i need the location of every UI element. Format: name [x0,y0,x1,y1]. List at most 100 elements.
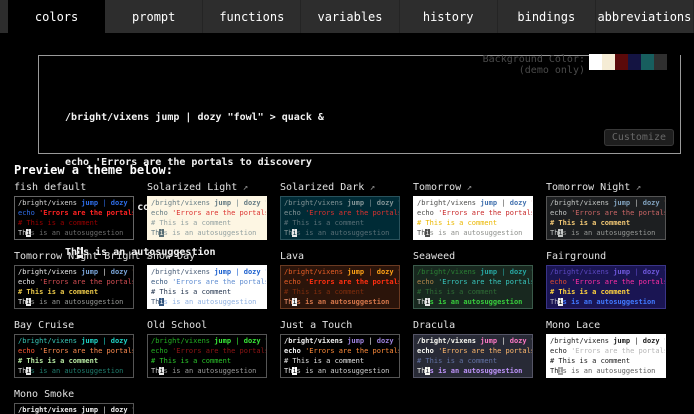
theme-title: Mono Lace [546,320,666,333]
theme-preview-card[interactable]: /bright/vixens jump | dozy "fowl" > quac… [14,265,134,309]
theme-title: Dracula [413,320,533,333]
segment-error: 'Errors are the portals to discovery [571,278,666,286]
bg-swatch-teal[interactable] [641,54,654,70]
terminal-line-1: /bright/vixens jump | dozy "fowl" > quac… [65,110,324,125]
segment-pipe: | [231,268,244,276]
theme-preview-card[interactable]: /bright/vixens jump | dozy "fowl" > quac… [147,334,267,378]
bg-swatch-dark-gray[interactable] [654,54,667,70]
theme-preview-card[interactable]: /bright/vixens jump | dozy "fowl" > quac… [546,196,666,240]
theme-item: Mono Smoke/bright/vixens jump | dozy "fo… [14,389,134,414]
segment-param: /bright/vixens [18,268,81,276]
tab-functions[interactable]: functions [203,0,301,33]
tab-colors[interactable]: colors [8,0,105,33]
theme-preview-card[interactable]: /bright/vixens jump | dozy "fowl" > quac… [280,334,400,378]
segment-echo: echo [18,209,39,217]
segment-echo: echo [18,278,39,286]
theme-sample-line: # This is a comment [417,287,529,297]
segment-echo: echo [284,278,305,286]
theme-preview-card[interactable]: /bright/vixens jump | dozy "fowl" > quac… [147,196,267,240]
bg-swatch-white[interactable] [589,54,602,70]
segment-pipe: | [98,406,111,414]
segment-quote: "fowl" > quack & [128,199,134,207]
tab-variables[interactable]: variables [301,0,399,33]
theme-sample-line: echo 'Errors are the portals to discover… [284,346,396,356]
theme-sample-line: echo 'Errors are the portals to discover… [550,277,662,287]
segment-comment: # This is a comment [18,357,98,365]
theme-sample-line: echo 'Errors are the portals to discover… [550,346,662,356]
theme-preview-card[interactable]: /bright/vixens jump | dozy "fowl" > quac… [14,196,134,240]
segment-pipe: | [497,268,510,276]
theme-preview-card[interactable]: /bright/vixens jump | dozy "fowl" > quac… [14,334,134,378]
theme-item: Tomorrow Night Bright ↗/bright/vixens ju… [14,251,134,309]
theme-preview-card[interactable]: /bright/vixens jump | dozy "fowl" > quac… [14,403,134,414]
theme-item: Seaweed/bright/vixens jump | dozy "fowl"… [413,251,533,309]
theme-sample-line: This is an autosuggestion [151,366,263,376]
segment-comment: # This is a comment [18,219,98,227]
theme-preview-card[interactable]: /bright/vixens jump | dozy "fowl" > quac… [413,334,533,378]
external-link-icon[interactable]: ↗ [630,183,641,193]
theme-preview-card[interactable]: /bright/vixens jump | dozy "fowl" > quac… [413,265,533,309]
tab-history[interactable]: history [400,0,498,33]
tab-prompt[interactable]: prompt [105,0,203,33]
tab-abbreviations[interactable]: abbreviations [596,0,694,33]
theme-title: Just a Touch [280,320,400,333]
theme-name: Fairground [546,251,606,262]
theme-sample-line: This is an autosuggestion [18,297,130,307]
bg-swatch-navy[interactable] [628,54,641,70]
segment-command: jump [613,337,630,345]
theme-sample-line: echo 'Errors are the portals to discover… [18,277,130,287]
segment-autosuggestion: s is an autosuggestion [430,298,523,306]
external-link-icon[interactable]: ↗ [237,183,248,193]
segment-error: 'Errors are the portals to discovery [438,347,533,355]
theme-name: Seaweed [413,251,455,262]
theme-preview-card[interactable]: /bright/vixens jump | dozy "fowl" > quac… [546,265,666,309]
segment-comment: # This is a comment [550,219,630,227]
segment-command: dozy [377,337,394,345]
theme-title: Old School [147,320,267,333]
segment-echo: echo [18,347,39,355]
theme-sample-line: /bright/vixens jump | dozy "fowl" > quac… [417,198,529,208]
tab-bindings[interactable]: bindings [498,0,596,33]
theme-item: fish default/bright/vixens jump | dozy "… [14,182,134,240]
customize-button[interactable]: Customize [604,129,674,146]
theme-preview-card[interactable]: /bright/vixens jump | dozy "fowl" > quac… [413,196,533,240]
theme-sample-line: This is an autosuggestion [417,228,529,238]
segment-pipe: | [630,268,643,276]
segment-command: dozy [111,406,128,414]
theme-sample-line: /bright/vixens jump | dozy "fowl" > quac… [18,405,130,414]
segment-comment: # This is a comment [284,357,364,365]
segment-pipe: | [98,268,111,276]
theme-sample-line: # This is a comment [151,218,263,228]
segment-autosuggestion: s is an autosuggestion [297,367,390,375]
theme-sample-line: echo 'Errors are the portals to discover… [151,208,263,218]
theme-preview-card[interactable]: /bright/vixens jump | dozy "fowl" > quac… [546,334,666,378]
theme-sample-line: /bright/vixens jump | dozy "fowl" > quac… [18,267,130,277]
theme-sample-line: echo 'Errors are the portals to discover… [284,277,396,287]
segment-error: 'Errors are the portals to discovery [571,347,666,355]
segment-command: jump [347,337,364,345]
theme-name: Mono Smoke [14,389,74,400]
bg-swatch-cream[interactable] [602,54,615,70]
theme-sample-line: echo 'Errors are the portals to discover… [417,277,529,287]
theme-title: Bay Cruise [14,320,134,333]
theme-preview-card[interactable]: /bright/vixens jump | dozy "fowl" > quac… [280,265,400,309]
segment-pipe: | [630,199,643,207]
segment-command: dozy [643,199,660,207]
segment-param: /bright/vixens [417,199,480,207]
segment-command: jump [347,199,364,207]
theme-sample-line: echo 'Errors are the portals to discover… [151,277,263,287]
segment-comment: # This is a comment [417,219,497,227]
external-link-icon[interactable]: ↗ [364,183,375,193]
bg-swatch-black[interactable] [667,54,680,70]
external-link-icon[interactable]: ↗ [461,183,472,193]
theme-preview-card[interactable]: /bright/vixens jump | dozy "fowl" > quac… [280,196,400,240]
theme-title: Seaweed [413,251,533,264]
segment-param: /bright/vixens [284,337,347,345]
theme-sample-line: This is an autosuggestion [18,366,130,376]
segment-autosuggestion: s is an autosuggestion [563,298,656,306]
theme-preview-card[interactable]: /bright/vixens jump | dozy "fowl" > quac… [147,265,267,309]
theme-title: Snow Day [147,251,267,264]
segment-echo: echo [284,347,305,355]
segment-autosuggestion: s is an autosuggestion [31,367,124,375]
bg-swatch-dark-red[interactable] [615,54,628,70]
